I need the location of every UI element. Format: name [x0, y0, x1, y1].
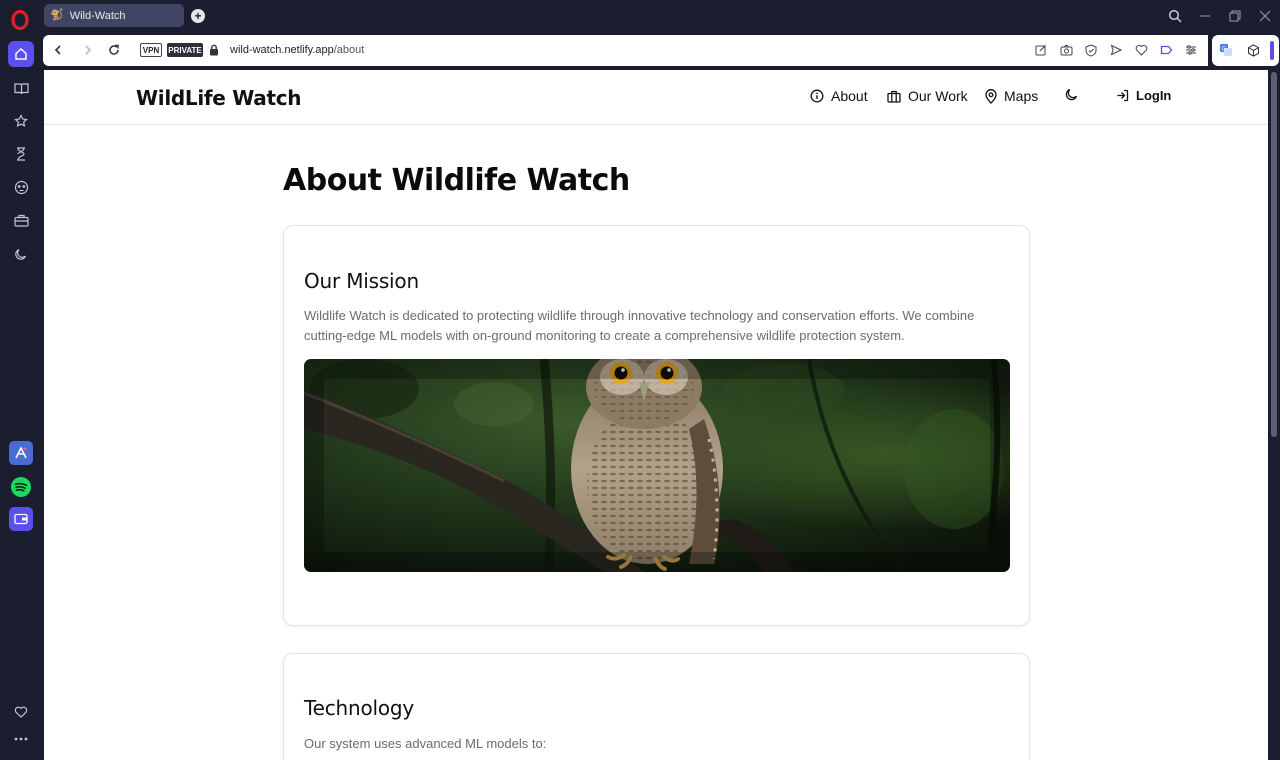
home-icon[interactable] [8, 41, 34, 67]
forward-icon[interactable] [80, 42, 96, 58]
camera-icon[interactable] [1059, 43, 1073, 57]
technology-heading: Technology [304, 696, 415, 720]
page-viewport: WildLife Watch About Our Work Maps LogIn… [44, 70, 1268, 760]
technology-body: Our system uses advanced ML models to: [304, 736, 547, 751]
nav-about[interactable]: About [810, 88, 868, 104]
mission-heading: Our Mission [304, 269, 419, 293]
back-icon[interactable] [50, 42, 66, 58]
theme-toggle-button[interactable] [1065, 88, 1078, 101]
mission-card: Our Mission Wildlife Watch is dedicated … [283, 225, 1030, 626]
restore-icon[interactable] [1227, 8, 1243, 24]
login-button[interactable]: LogIn [1116, 88, 1171, 103]
url-field[interactable]: wild-watch.netlify.app/about [230, 44, 364, 56]
shield-icon[interactable] [1084, 43, 1098, 57]
history-icon[interactable] [8, 141, 34, 167]
workspaces-icon[interactable] [8, 207, 34, 233]
tab-wild-watch[interactable]: 🐒 Wild-Watch [44, 4, 184, 27]
opera-logo-icon[interactable] [10, 10, 30, 30]
minimize-icon[interactable] [1197, 8, 1213, 24]
map-pin-icon [985, 88, 997, 104]
svg-text:G: G [1222, 46, 1227, 53]
url-path: /about [333, 44, 365, 56]
nav-maps[interactable]: Maps [985, 88, 1038, 104]
extensions-icon[interactable] [8, 174, 34, 200]
new-tab-button[interactable]: + [191, 9, 205, 23]
tab-bar: 🐒 Wild-Watch + [0, 0, 1280, 33]
page-title: About Wildlife Watch [283, 163, 630, 198]
heart-icon[interactable] [1134, 43, 1148, 57]
tab-title: Wild-Watch [69, 9, 126, 22]
tab-search-icon[interactable] [1167, 8, 1183, 24]
nav-our-work[interactable]: Our Work [887, 88, 968, 104]
sidebar-toggle-indicator[interactable] [1270, 41, 1274, 60]
vpn-badge[interactable]: VPN [140, 43, 162, 57]
aria-app-icon[interactable] [9, 441, 33, 465]
tab-favicon-icon: 🐒 [50, 9, 64, 21]
briefcase-icon [887, 90, 901, 103]
mission-body: Wildlife Watch is dedicated to protectin… [304, 308, 975, 343]
bookmarks-icon[interactable] [8, 75, 34, 101]
login-label: LogIn [1136, 88, 1172, 103]
easy-setup-icon[interactable] [1184, 43, 1198, 57]
nav-our-work-label: Our Work [908, 88, 968, 104]
nav-about-label: About [831, 88, 868, 104]
close-window-icon[interactable] [1257, 8, 1273, 24]
more-icon[interactable] [8, 726, 34, 752]
snapshot-edit-icon[interactable] [1034, 43, 1048, 57]
private-badge: PRIVATE [167, 43, 203, 57]
site-header: WildLife Watch About Our Work Maps LogIn [44, 70, 1268, 125]
url-host: wild-watch.netlify.app [230, 44, 334, 56]
scrollbar-thumb[interactable] [1271, 72, 1277, 437]
address-bar: VPN PRIVATE wild-watch.netlify.app/about [43, 35, 1208, 66]
pinboard-icon[interactable] [8, 108, 34, 134]
reload-icon[interactable] [106, 42, 122, 58]
tag-icon[interactable] [1159, 43, 1173, 57]
spotify-app-icon[interactable] [8, 474, 34, 500]
dark-mode-icon[interactable] [8, 241, 34, 267]
translate-icon[interactable]: G [1219, 43, 1233, 57]
login-icon [1117, 89, 1129, 102]
technology-card: Technology Our system uses advanced ML m… [283, 653, 1030, 760]
lock-icon[interactable] [208, 44, 220, 56]
send-icon[interactable] [1109, 43, 1123, 57]
site-brand[interactable]: WildLife Watch [136, 86, 302, 110]
nav-maps-label: Maps [1004, 88, 1039, 104]
cube-icon[interactable] [1246, 43, 1260, 57]
browser-sidebar [0, 33, 42, 760]
wallet-app-icon[interactable] [9, 507, 33, 531]
moon-icon [1065, 88, 1078, 101]
extensions-bar: G [1212, 35, 1279, 66]
favorites-icon[interactable] [8, 699, 34, 725]
owl-image [304, 359, 1010, 572]
info-icon [810, 89, 824, 103]
